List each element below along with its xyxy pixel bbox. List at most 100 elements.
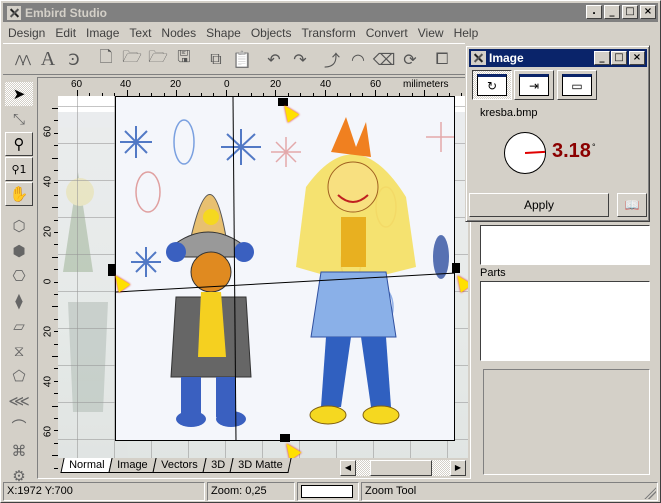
- h-ruler-label: 20: [170, 79, 182, 90]
- save-icon[interactable]: 🖫: [173, 47, 195, 70]
- side-toolbar: ➤ ⤡ ⚲ ⚲1 ✋ ⬡ ⬢ ⎔ ⧫ ▱ ⧖ ⬠ ⋘ ⌒ ⌘ ⚙: [5, 81, 35, 489]
- copy-icon[interactable]: ⧉: [205, 48, 227, 70]
- zoom-icon[interactable]: ⚲: [5, 132, 33, 156]
- open-icon[interactable]: 🗁: [121, 47, 143, 70]
- parts-list[interactable]: [480, 281, 650, 361]
- zigzag-icon[interactable]: ⋘: [5, 389, 33, 413]
- menu-shape[interactable]: Shape: [201, 26, 246, 40]
- text-edit-icon[interactable]: Ꜿ: [63, 48, 85, 70]
- knot-icon[interactable]: ⌘: [5, 439, 33, 463]
- main-toolbar: ⋀⋀ A Ꜿ 🗋 🗁 🗁 🖫 ⧉ 📋 ↶ ↷ ⤴ ◠ ⌫ ⟳ ⧠: [3, 43, 465, 75]
- color-swatch: [301, 485, 353, 498]
- design-workarea: 60 40 20 0 20 40 60 milimeters 60 40 20 …: [37, 77, 562, 479]
- shape-pattern-icon[interactable]: ⧫: [5, 289, 33, 313]
- rotate-frame-icon[interactable]: ⟳: [399, 48, 421, 70]
- paste-icon[interactable]: 📋: [231, 48, 253, 70]
- v-ruler-label: 40: [42, 175, 54, 188]
- window-title: Embird Studio: [25, 5, 107, 20]
- h-ruler-label: 40: [320, 79, 332, 90]
- close-button[interactable]: ×: [640, 5, 656, 19]
- menu-help[interactable]: Help: [449, 26, 484, 40]
- tab-label: Image: [117, 459, 149, 471]
- objects-list[interactable]: [480, 225, 650, 265]
- design-canvas[interactable]: [58, 96, 468, 458]
- parts-label: Parts: [480, 267, 506, 279]
- undo-icon[interactable]: ↶: [263, 48, 285, 70]
- horizontal-ruler: 60 40 20 0 20 40 60 milimeters: [58, 78, 562, 96]
- shape-wave-icon[interactable]: ▱: [5, 314, 33, 338]
- scroll-right-icon[interactable]: ▶: [450, 460, 466, 476]
- tab-3d-matte[interactable]: 3D Matte: [229, 458, 292, 473]
- menu-bar: Design Edit Image Text Nodes Shape Objec…: [3, 23, 483, 42]
- new-file-icon[interactable]: 🗋: [95, 47, 117, 70]
- menu-convert[interactable]: Convert: [361, 26, 413, 40]
- status-color-swatch: [297, 482, 359, 501]
- minimize-button[interactable]: _: [604, 5, 620, 19]
- gauge-icon[interactable]: ◠: [347, 48, 369, 70]
- tab-vectors[interactable]: Vectors: [152, 458, 207, 473]
- v-ruler-label: 20: [42, 225, 54, 238]
- menu-design[interactable]: Design: [3, 26, 50, 40]
- h-ruler-label: 60: [71, 79, 83, 90]
- tab-image[interactable]: Image: [108, 458, 157, 473]
- menu-view[interactable]: View: [413, 26, 449, 40]
- menu-edit[interactable]: Edit: [50, 26, 81, 40]
- status-zoom: Zoom: 0,25: [207, 482, 295, 501]
- v-ruler-label: 40: [42, 375, 54, 388]
- apply-button[interactable]: Apply: [469, 193, 609, 217]
- status-tool: Zoom Tool: [361, 482, 658, 501]
- rotate-mode-button[interactable]: ↻: [472, 70, 512, 100]
- frame-mode-button[interactable]: ▭: [557, 70, 597, 100]
- scroll-thumb[interactable]: [370, 460, 433, 476]
- curve-tool-icon[interactable]: ⌒: [5, 414, 33, 438]
- shape-polygon-icon[interactable]: ⬠: [5, 364, 33, 388]
- text-icon[interactable]: A: [37, 48, 59, 70]
- embird-app-icon[interactable]: [6, 4, 22, 21]
- help-book-button[interactable]: 📖: [617, 193, 647, 217]
- maximize-button[interactable]: □: [622, 5, 638, 19]
- tab-normal[interactable]: Normal: [60, 458, 114, 473]
- menu-transform[interactable]: Transform: [297, 26, 361, 40]
- menu-image[interactable]: Image: [81, 26, 124, 40]
- import-icon[interactable]: 🗁: [147, 47, 169, 70]
- tab-label: 3D Matte: [237, 459, 283, 471]
- scroll-track[interactable]: [356, 460, 450, 476]
- dialog-minimize-button[interactable]: _: [594, 51, 610, 65]
- node-edit-icon[interactable]: ⤡: [5, 107, 33, 131]
- image-dialog-titlebar[interactable]: Image _ □ ×: [469, 49, 647, 67]
- h-ruler-label: 0: [224, 79, 230, 90]
- scroll-left-icon[interactable]: ◀: [340, 460, 356, 476]
- angle-needle: [524, 150, 546, 154]
- image-dialog: Image _ □ × ↻ ⇥ ▭ kresba.bmp 3.18 ° Appl…: [465, 45, 650, 222]
- book-icon: 📖: [624, 198, 640, 212]
- stitch-icon[interactable]: ⋀⋀: [11, 48, 33, 70]
- shape-hole-icon[interactable]: ⎔: [5, 264, 33, 288]
- move-mode-button[interactable]: ⇥: [514, 70, 554, 100]
- menu-nodes[interactable]: Nodes: [156, 26, 201, 40]
- context-help-button[interactable]: .: [586, 5, 602, 19]
- rotation-angle-dial[interactable]: [504, 132, 546, 174]
- redo-icon[interactable]: ↷: [289, 48, 311, 70]
- preview-panel: [483, 369, 650, 475]
- h-ruler-label: 60: [370, 79, 382, 90]
- menu-objects[interactable]: Objects: [246, 26, 297, 40]
- shape-twist-icon[interactable]: ⧖: [5, 339, 33, 363]
- window-resize-grip[interactable]: [644, 487, 656, 499]
- select-arrow-icon[interactable]: ➤: [5, 82, 33, 106]
- dialog-maximize-button[interactable]: □: [611, 51, 627, 65]
- shape-fill-icon[interactable]: ⬢: [5, 239, 33, 263]
- eraser-icon[interactable]: ⌫: [373, 48, 396, 70]
- shape-outline-icon[interactable]: ⬡: [5, 214, 33, 238]
- vertical-ruler: 60 40 20 0 20 40 60: [38, 96, 58, 469]
- resize-handle-right[interactable]: [452, 263, 460, 273]
- status-bar: X:1972 Y:700 Zoom: 0,25 Zoom Tool: [3, 482, 658, 501]
- hand-pan-icon[interactable]: ✋: [5, 182, 33, 206]
- child-drawing-image[interactable]: [115, 96, 455, 441]
- menu-text[interactable]: Text: [124, 26, 156, 40]
- horizontal-scrollbar[interactable]: ◀ ▶: [340, 460, 466, 476]
- frame-icon[interactable]: ⧠: [431, 48, 453, 70]
- dialog-close-button[interactable]: ×: [629, 51, 645, 65]
- zoom-1-icon[interactable]: ⚲1: [5, 157, 33, 181]
- tab-label: 3D: [210, 459, 225, 471]
- curve-icon[interactable]: ⤴: [321, 48, 343, 70]
